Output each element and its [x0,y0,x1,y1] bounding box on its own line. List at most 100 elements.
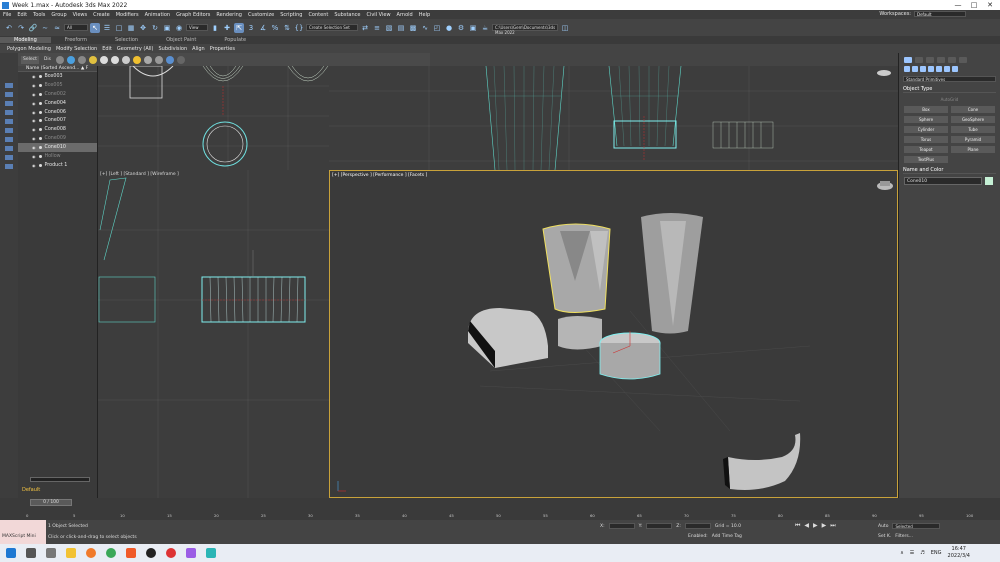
window-crossing-icon[interactable]: ▦ [126,23,136,33]
edit-named-selection-icon[interactable]: {} [294,23,304,33]
keyboard-shortcut-override-icon[interactable]: ⇱ [234,22,244,33]
viewport-left[interactable]: [+] [Left ] [Standard ] [Wireframe ] [98,170,329,498]
menu-animation[interactable]: Animation [145,12,171,18]
motion-tab-icon[interactable] [937,57,945,63]
spinner-snap-icon[interactable]: ⇅ [282,23,292,33]
plane-button[interactable]: Plane [951,146,995,153]
explorer-shapes-icon[interactable] [5,101,13,106]
teapot-button[interactable]: Teapot [904,146,948,153]
toggle-scene-explorer-icon[interactable]: ▧ [384,23,394,33]
menu-create[interactable]: Create [93,12,110,18]
freeze-dot-icon[interactable] [38,163,42,167]
list-item[interactable]: ◉ Cone008 [18,125,97,134]
maxscript-listener[interactable]: MAXScript Mini [0,520,46,544]
select-by-name-icon[interactable]: ☰ [102,23,112,33]
task-view-icon[interactable] [46,548,56,558]
chrome-icon[interactable] [106,548,116,558]
angle-snap-icon[interactable]: ∡ [258,23,268,33]
app-icon-dark[interactable] [146,548,156,558]
visibility-eye-icon[interactable]: ◉ [32,145,36,150]
cameras-icon[interactable] [928,66,934,72]
time-slider[interactable]: 0 / 100 [30,499,72,506]
name-and-color-rollout[interactable]: Name and Color [903,167,996,174]
freeze-dot-icon[interactable] [38,137,42,141]
play-icon[interactable]: ▶ [813,522,818,530]
menu-modifiers[interactable]: Modifiers [116,12,139,18]
next-frame-icon[interactable]: ▶ [822,522,827,530]
menu-content[interactable]: Content [308,12,328,18]
menu-customize[interactable]: Customize [248,12,274,18]
ribbon-properties[interactable]: Properties [210,46,235,52]
layer-explorer-icon[interactable]: ▤ [396,23,406,33]
freeze-dot-icon[interactable] [38,146,42,150]
rendered-frame-icon[interactable]: ▣ [468,23,478,33]
hemisphere-icon[interactable] [110,55,119,64]
cone-icon[interactable] [121,55,130,64]
3dsmax-icon[interactable] [206,548,216,558]
freeze-dot-icon[interactable] [38,83,42,87]
pivot-icon[interactable]: ▮ [210,23,220,33]
explorer-scrollbar[interactable] [30,477,90,482]
help-icon[interactable] [176,55,185,64]
texture-icon[interactable] [154,55,163,64]
create-tab-icon[interactable] [904,57,912,63]
auto-key-button[interactable]: Auto [878,524,888,529]
geosphere-button[interactable]: GeoSphere [951,116,995,123]
viewport-perspective[interactable]: [+] [Perspective ] [Performance ] [Facet… [329,170,898,498]
goto-end-icon[interactable]: ⏭ [830,522,835,530]
visibility-eye-icon[interactable]: ◉ [32,136,36,141]
freeze-dot-icon[interactable] [38,119,42,123]
geometry-icon[interactable] [904,66,910,72]
object-name-field[interactable]: Cone010 [904,177,982,185]
visibility-eye-icon[interactable]: ◉ [32,74,36,79]
menu-rendering[interactable]: Rendering [216,12,242,18]
key-filters-button[interactable]: Filters... [895,534,913,539]
mirror-icon[interactable]: ⇄ [360,23,370,33]
menu-substance[interactable]: Substance [334,12,360,18]
explorer-geometry-icon[interactable] [5,92,13,97]
scene-tab-display[interactable]: Dis [42,56,53,64]
viewport-front[interactable] [329,66,898,170]
viewport-top[interactable] [98,66,329,170]
filter-shapes-icon[interactable] [66,55,75,64]
percent-snap-icon[interactable]: % [270,23,280,33]
rotate-icon[interactable]: ↻ [150,23,160,33]
close-button[interactable]: ✕ [982,0,998,10]
sparkle-icon[interactable] [143,55,152,64]
material-editor-icon[interactable]: ● [444,23,454,33]
brave-icon[interactable] [126,548,136,558]
prev-frame-icon[interactable]: ◀ [804,522,809,530]
list-item[interactable]: ◉ Cone004 [18,99,97,108]
list-item[interactable]: ◉ Box005 [18,81,97,90]
freeze-dot-icon[interactable] [38,128,42,132]
freeze-dot-icon[interactable] [38,101,42,105]
menu-arnold[interactable]: Arnold [397,12,413,18]
placement-icon[interactable]: ◉ [174,23,184,33]
ribbon-toggle-icon[interactable]: ▩ [408,23,418,33]
undo-icon[interactable]: ↶ [4,23,14,33]
render-icon[interactable]: ☕ [480,23,490,33]
tab-populate[interactable]: Populate [210,37,260,43]
move-icon[interactable]: ✥ [138,23,148,33]
rectangular-selection-icon[interactable]: □ [114,23,124,33]
list-item[interactable]: ◉ Product 1 [18,161,97,170]
tray-chevron-icon[interactable]: ∧ [900,550,904,556]
reference-coordinate-dropdown[interactable]: View [186,24,208,31]
ribbon-modify-selection[interactable]: Modify Selection [56,46,97,52]
left-viewport-label[interactable]: [+] [Left ] [Standard ] [Wireframe ] [100,172,179,177]
maximize-button[interactable]: □ [966,0,982,10]
netease-icon[interactable] [166,548,176,558]
link-icon[interactable]: 🔗 [28,23,38,33]
selected-dropdown[interactable]: Selected [892,523,941,529]
ribbon-edit[interactable]: Edit [102,46,112,52]
snaps-toggle-icon[interactable]: 3 [246,23,256,33]
autogrid-checkbox[interactable]: AutoGrid [899,97,1000,102]
filter-cameras-icon[interactable] [88,55,97,64]
visibility-eye-icon[interactable]: ◉ [32,83,36,88]
utilities-tab-icon[interactable] [959,57,967,63]
object-color-swatch[interactable] [985,177,993,185]
menu-group[interactable]: Group [51,12,66,18]
visibility-eye-icon[interactable]: ◉ [32,101,36,106]
render-setup-icon[interactable]: ⚙ [456,23,466,33]
schematic-view-icon[interactable]: ◰ [432,23,442,33]
